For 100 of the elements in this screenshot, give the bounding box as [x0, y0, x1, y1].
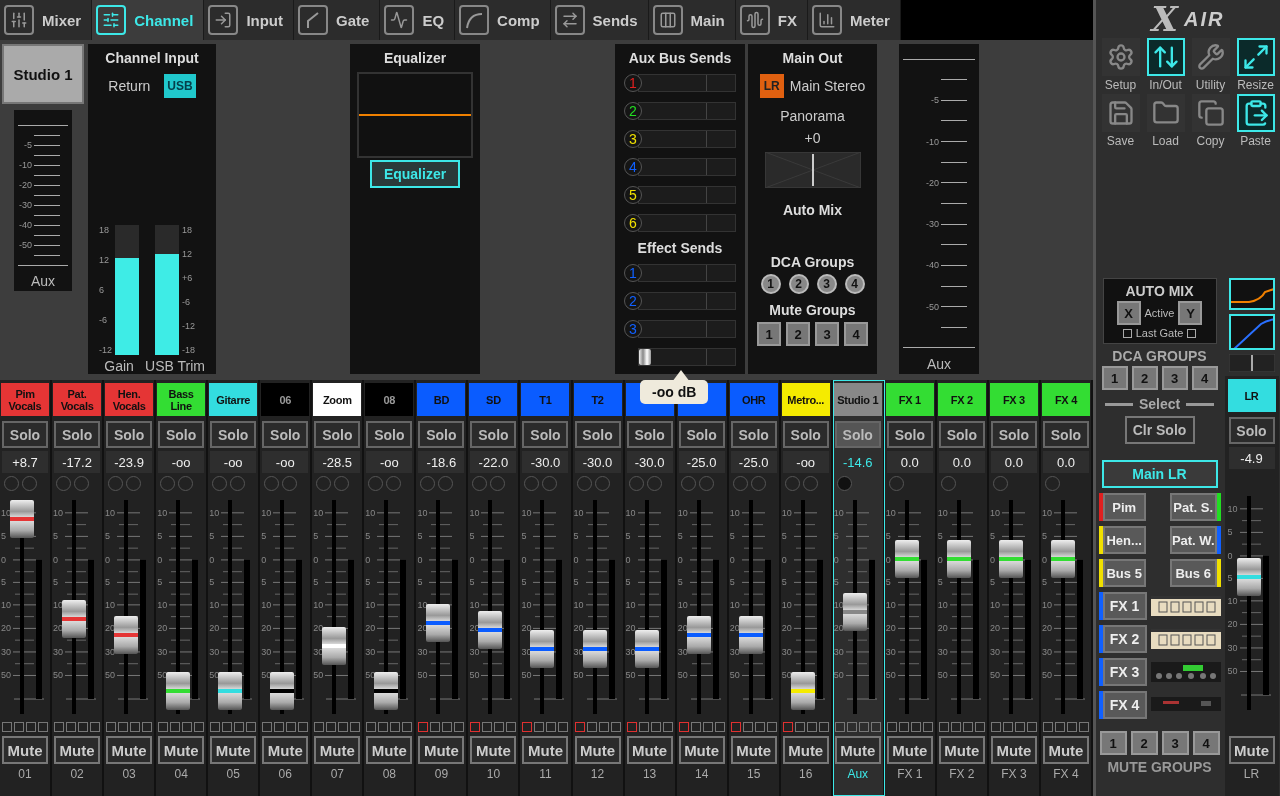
panel-title: Channel Input — [105, 50, 199, 66]
scale-label: 10 — [729, 507, 740, 518]
scale-label: 20 — [365, 623, 376, 634]
scale-label: 5 — [1227, 573, 1233, 584]
scale-label: 5 — [677, 577, 683, 588]
scale-label: 30 — [573, 646, 584, 657]
scale-label: 30 — [781, 646, 792, 657]
scale-label: 30 — [989, 646, 1000, 657]
level-readout: +8.7 — [2, 451, 48, 473]
meter-label: Aux — [29, 273, 57, 289]
scale-label: 30 — [261, 646, 272, 657]
scale-label: 10 — [677, 599, 688, 610]
scale-label: 10 — [573, 507, 584, 518]
panel-title: Main Out — [782, 50, 843, 66]
scale-label: 0 — [209, 554, 215, 565]
scale-label: -5 — [931, 95, 939, 106]
scale-label: 5 — [469, 531, 475, 542]
scale-label: 20 — [885, 623, 896, 634]
scale-label: 20 — [261, 623, 272, 634]
level-readout: -25.0 — [730, 451, 777, 473]
scale-label: 50 — [1041, 670, 1052, 681]
panel-title: Aux Bus Sends — [628, 50, 732, 66]
scale-label: 20 — [1, 623, 12, 634]
channel-number: 12 — [590, 767, 605, 781]
level-readout: -oo — [782, 451, 829, 473]
scale-label: 5 — [573, 531, 579, 542]
level-readout: -oo — [262, 451, 309, 473]
scale-label: 0 — [261, 554, 267, 565]
scale-label: 20 — [521, 623, 532, 634]
scale-label: 5 — [989, 577, 995, 588]
level-readout: -18.6 — [418, 451, 465, 473]
scale-label: 10 — [781, 599, 792, 610]
scale-label: 0 — [313, 554, 319, 565]
scale-label: 5 — [157, 577, 163, 588]
scale-label: 30 — [157, 646, 168, 657]
scale-label: 5 — [625, 577, 631, 588]
scale-label: 10 — [677, 507, 688, 518]
scale-label: 5 — [209, 577, 215, 588]
scale-label: 0 — [833, 554, 839, 565]
scale-label: -6 — [182, 297, 191, 307]
scale-label: 50 — [573, 670, 584, 681]
level-readout: -oo — [366, 451, 413, 473]
scale-label: 5 — [885, 577, 891, 588]
scale-label: 10 — [365, 599, 376, 610]
scale-label: 5 — [417, 577, 423, 588]
scale-label: 5 — [989, 531, 995, 542]
scale-label: 0 — [989, 554, 995, 565]
send-number: 2 — [624, 292, 642, 310]
scale-label: 50 — [833, 670, 844, 681]
scale-label: 18 — [182, 225, 193, 235]
channel-number: FX 4 — [1053, 767, 1079, 781]
scale-label: 5 — [573, 577, 579, 588]
scale-label: 20 — [677, 623, 688, 634]
scale-label: 30 — [1, 646, 12, 657]
scale-label: 20 — [313, 623, 324, 634]
scale-label: 10 — [573, 599, 584, 610]
scale-label: 5 — [521, 531, 527, 542]
scale-label: 10 — [521, 507, 532, 518]
scale-label: 10 — [885, 507, 896, 518]
scale-label: 0 — [417, 554, 423, 565]
scale-label: -12 — [99, 345, 113, 355]
scale-label: 5 — [677, 531, 683, 542]
level-readout: -30.0 — [574, 451, 621, 473]
channel-number: 05 — [226, 767, 240, 781]
scale-label: 10 — [885, 599, 896, 610]
scale-label: 10 — [53, 507, 64, 518]
scale-label: 10 — [1227, 503, 1238, 514]
scale-label: 50 — [417, 670, 428, 681]
scale-label: 30 — [53, 646, 64, 657]
scale-label: 50 — [105, 670, 116, 681]
panel-title: Effect Sends — [637, 240, 723, 256]
scale-label: 12 — [99, 255, 111, 265]
last-gate-label: Last Gate — [1135, 327, 1184, 339]
scale-label: 10 — [209, 507, 220, 518]
scale-label: -6 — [99, 315, 109, 325]
scale-label: 20 — [729, 623, 740, 634]
scale-label: 10 — [989, 507, 1000, 518]
scale-label: 50 — [521, 670, 532, 681]
output-label: Main Stereo — [789, 78, 866, 94]
level-readout: -23.9 — [106, 451, 153, 473]
scale-label: 30 — [937, 646, 948, 657]
scale-label: 0 — [1, 554, 7, 565]
scale-label: 10 — [417, 599, 428, 610]
scale-label: -10 — [926, 136, 939, 147]
channel-number: 02 — [70, 767, 84, 781]
scale-label: 0 — [885, 554, 891, 565]
scale-label: -50 — [926, 301, 939, 312]
level-readout: 0.0 — [938, 451, 985, 473]
scale-label: 5 — [261, 577, 267, 588]
scale-label: 30 — [417, 646, 428, 657]
scale-label: -50 — [19, 240, 32, 250]
scale-label: 0 — [625, 554, 631, 565]
channel-number: 06 — [278, 767, 292, 781]
scale-label: 20 — [157, 623, 168, 634]
scale-label: 30 — [625, 646, 636, 657]
scale-label: 5 — [729, 531, 735, 542]
section-title: Auto Mix — [782, 202, 843, 218]
scale-label: 50 — [53, 670, 64, 681]
channel-number: FX 3 — [1001, 767, 1027, 781]
scale-label: 5 — [937, 531, 943, 542]
